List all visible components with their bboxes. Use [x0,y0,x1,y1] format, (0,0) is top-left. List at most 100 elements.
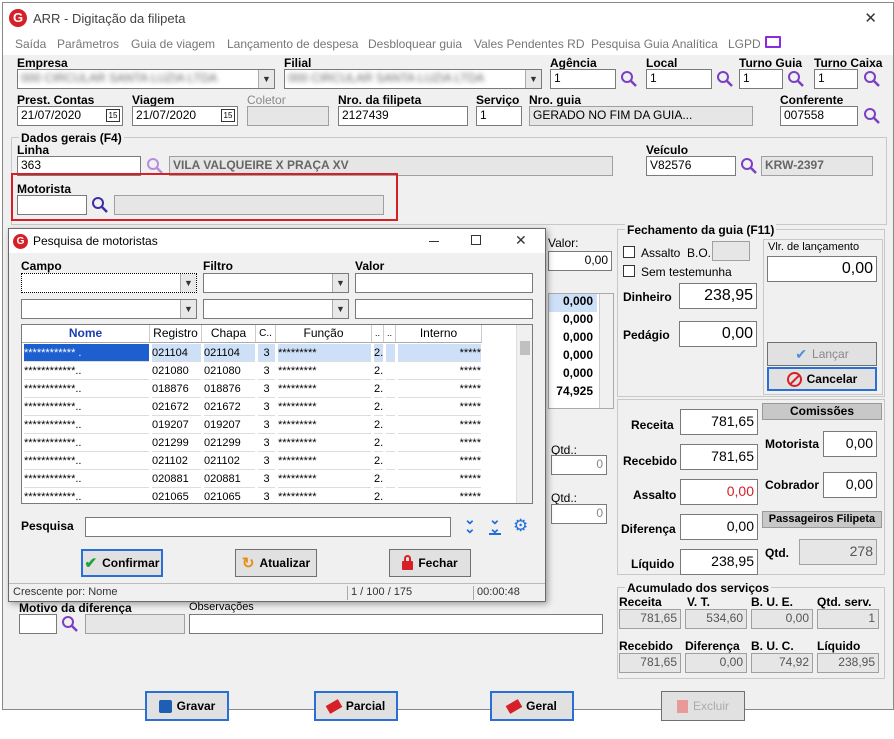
value-row: 0,000 [562,366,593,380]
turno-guia-input[interactable]: 1 [739,69,783,89]
search-icon[interactable] [863,107,881,125]
menu-desbloquear-guia[interactable]: Desbloquear guia [368,37,462,51]
sem-testemunha-checkbox[interactable] [623,265,635,277]
observacoes-input[interactable] [189,614,603,634]
close-icon[interactable]: ✕ [515,232,527,249]
column-header-nome[interactable]: Nome [22,325,150,343]
excluir-button[interactable]: Excluir [661,691,745,721]
column-header-c[interactable]: C.. [256,325,276,343]
cell-interno: ***** [398,416,481,434]
agencia-input[interactable]: 1 [550,69,616,89]
close-icon[interactable]: ✕ [864,9,877,27]
nro-filipeta-input[interactable]: 2127439 [338,106,468,126]
cell-chapa: 021065 [204,488,255,503]
gear-icon[interactable]: ⚙ [513,516,528,536]
menu-lancamento-despesa[interactable]: Lançamento de despesa [227,37,358,51]
servico-input[interactable]: 1 [476,106,522,126]
cell-col7 [386,470,395,488]
sem-testemunha-label: Sem testemunha [641,265,732,279]
prest-contas-date[interactable]: 21/07/2020 15 [17,106,123,126]
maximize-icon[interactable] [471,235,481,245]
qtd-input-2[interactable]: 0 [551,504,607,524]
menu-guia-viagem[interactable]: Guia de viagem [131,37,215,51]
cell-registro: 021299 [152,434,201,452]
column-header-chapa[interactable]: Chapa [202,325,256,343]
comissao-motorista-input[interactable]: 0,00 [823,431,877,457]
pesquisa-input[interactable] [85,517,451,537]
vlr-lancamento-input[interactable]: 0,00 [767,256,877,282]
acum-recebido-label: Recebido [619,639,674,653]
minimize-icon[interactable] [429,241,439,242]
cell-registro: 019207 [152,416,201,434]
conferente-input[interactable]: 007558 [780,106,858,126]
motoristas-grid[interactable]: Nome Registro Chapa C.. Função .. .. Int… [21,324,533,504]
column-header-registro[interactable]: Registro [150,325,202,343]
parcial-button[interactable]: Parcial [314,691,398,721]
values-scrollbar[interactable] [599,294,613,408]
gravar-button[interactable]: Gravar [145,691,229,721]
comissao-cobrador-input[interactable]: 0,00 [823,472,877,498]
cancelar-button[interactable]: Cancelar [767,367,877,391]
cell-registro: 018876 [152,380,201,398]
cell-c: 3 [258,488,275,503]
column-header-interno[interactable]: Interno [396,325,482,343]
acum-liquido: 238,95 [817,653,879,673]
comissao-cobrador-label: Cobrador [765,478,819,492]
monitor-icon[interactable] [765,36,781,48]
valor-input-1[interactable] [355,273,533,293]
empresa-select[interactable]: 000 CIRCULAR SANTA LUZIA LTDA ▼ [17,69,275,89]
local-input[interactable]: 1 [646,69,712,89]
grid-scrollbar[interactable] [516,325,532,503]
atualizar-button[interactable]: ↻ Atualizar [235,549,317,577]
double-chevron-down-icon[interactable]: ⌄ ⌄ [464,512,476,535]
menu-vales-pendentes[interactable]: Vales Pendentes RD [474,37,585,51]
valor-input-2[interactable] [355,299,533,319]
filtro-select-1[interactable]: ▼ [203,273,349,293]
bo-input [712,241,750,261]
campo-select-2[interactable]: ▼ [21,299,197,319]
column-header-funcao[interactable]: Função [276,325,372,343]
filial-select[interactable]: 000 CIRCULAR SANTA LUZIA LTDA ▼ [284,69,542,89]
menu-pesquisa-guia[interactable]: Pesquisa Guia Analítica [591,37,718,51]
turno-caixa-input[interactable]: 1 [814,69,858,89]
search-icon[interactable] [740,157,758,175]
search-icon[interactable] [716,70,734,88]
servico-label: Serviço [476,93,520,107]
agencia-label: Agência [550,56,597,70]
search-icon[interactable] [91,196,109,214]
cell-col7 [386,380,395,398]
confirmar-button[interactable]: ✔ Confirmar [81,549,163,577]
qtd-input-1[interactable]: 0 [551,455,607,475]
search-icon[interactable] [61,615,79,633]
turno-guia-label: Turno Guia [739,56,803,70]
motivo-input[interactable] [19,614,57,634]
filtro-select-2[interactable]: ▼ [203,299,349,319]
search-icon[interactable] [787,70,805,88]
cell-registro: 021672 [152,398,201,416]
acum-diferenca: 0,00 [685,653,747,673]
acum-bue-label: B. U. E. [751,595,794,609]
lancar-button[interactable]: ✔ Lançar [767,342,877,366]
fechar-button[interactable]: Fechar [389,549,471,577]
comissoes-header: Comissões [762,403,882,420]
value-row: 74,925 [556,384,593,398]
search-icon[interactable] [863,70,881,88]
cell-funcao: ********* [278,344,371,362]
dinheiro-input[interactable]: 238,95 [679,283,757,309]
menu-parametros[interactable]: Parâmetros [57,37,119,51]
motorista-input[interactable] [17,195,87,215]
local-label: Local [646,56,678,70]
column-header-7[interactable]: .. [384,325,396,343]
pedagio-input[interactable]: 0,00 [679,321,757,347]
campo-select-1[interactable]: ▼ [21,273,197,293]
viagem-date[interactable]: 21/07/2020 15 [132,106,238,126]
column-header-6[interactable]: .. [372,325,384,343]
geral-button[interactable]: Geral [490,691,574,721]
valor-first[interactable]: 0,00 [548,251,612,271]
double-chevron-down-underline-icon[interactable]: ⌄ ⌄ [489,512,501,535]
menu-saida[interactable]: Saída [15,37,46,51]
menu-lgpd[interactable]: LGPD [728,37,761,51]
assalto-checkbox[interactable] [623,246,635,258]
veiculo-input[interactable]: V82576 [646,156,736,176]
search-icon[interactable] [620,70,638,88]
